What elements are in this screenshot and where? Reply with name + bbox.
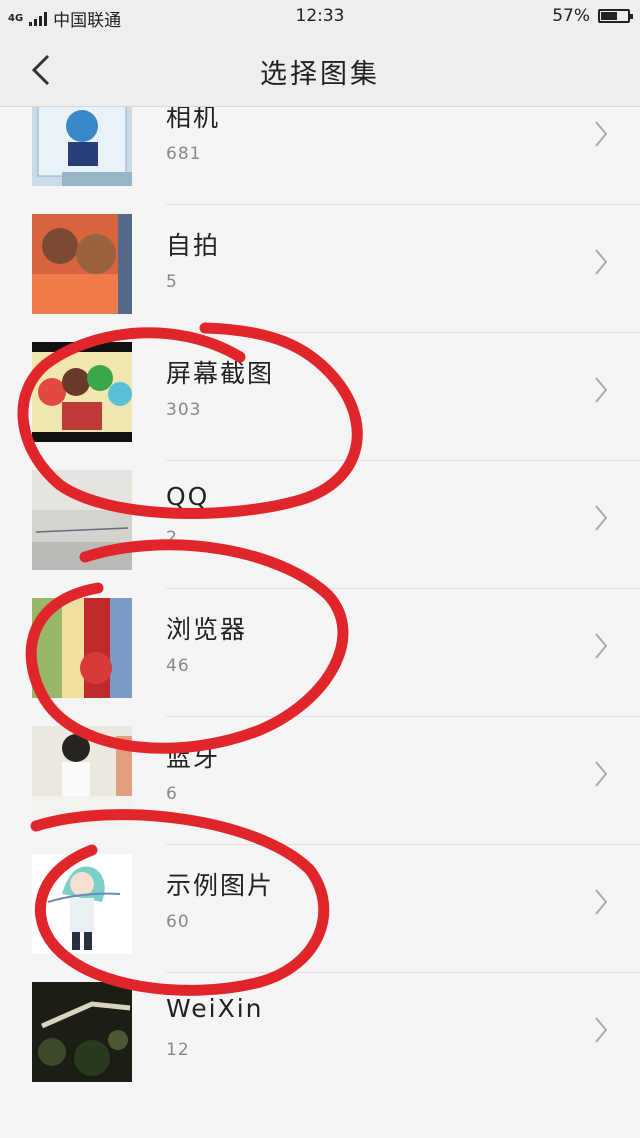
album-thumbnail: [32, 470, 132, 570]
album-count: 6: [166, 784, 178, 804]
album-count: 5: [166, 272, 178, 292]
chevron-right-icon: [595, 1017, 608, 1043]
album-name: QQ: [166, 482, 210, 511]
chevron-right-icon: [595, 249, 608, 275]
album-count: 46: [166, 656, 190, 676]
album-row-bluetooth[interactable]: 蓝牙 6: [0, 696, 640, 845]
album-row-camera[interactable]: 相机 681: [0, 107, 640, 205]
album-row-screenshots[interactable]: 屏幕截图 303: [0, 312, 640, 461]
battery-fill: [601, 12, 617, 20]
chevron-right-icon: [595, 633, 608, 659]
album-thumbnail: [32, 214, 132, 314]
album-row-qq[interactable]: QQ 2: [0, 440, 640, 589]
album-count: 2: [166, 528, 178, 548]
album-row-weixin[interactable]: WeiXin 12: [0, 952, 640, 1082]
album-name: 相机: [166, 107, 221, 132]
album-count: 12: [166, 1040, 190, 1060]
chevron-right-icon: [595, 505, 608, 531]
battery-percent: 57%: [552, 6, 590, 26]
album-count: 681: [166, 144, 202, 164]
album-name: WeiXin: [166, 994, 264, 1023]
album-name: 蓝牙: [166, 743, 221, 772]
album-row-selfie[interactable]: 自拍 5: [0, 184, 640, 333]
album-thumbnail: [32, 107, 132, 186]
album-thumbnail: [32, 598, 132, 698]
page-title: 选择图集: [260, 59, 380, 90]
album-list[interactable]: 相机 681 自拍 5 屏幕截图 303 QQ 2 浏览器 46 蓝牙 6 示例…: [0, 107, 640, 1138]
album-thumbnail: [32, 982, 132, 1082]
chevron-right-icon: [595, 889, 608, 915]
album-count: 303: [166, 400, 202, 420]
album-name: 屏幕截图: [166, 359, 275, 388]
album-thumbnail: [32, 342, 132, 442]
album-name: 示例图片: [166, 871, 275, 900]
album-name: 自拍: [166, 231, 221, 260]
album-row-sample-pictures[interactable]: 示例图片 60: [0, 824, 640, 973]
chevron-right-icon: [595, 761, 608, 787]
album-count: 60: [166, 912, 190, 932]
chevron-right-icon: [595, 121, 608, 147]
battery-icon: [598, 9, 633, 23]
album-thumbnail: [32, 854, 132, 954]
album-row-browser[interactable]: 浏览器 46: [0, 568, 640, 717]
chevron-right-icon: [595, 377, 608, 403]
status-bar: 4G 中国联通 12:33 57%: [0, 0, 640, 34]
album-thumbnail: [32, 726, 132, 826]
clock: 12:33: [295, 6, 345, 26]
album-name: 浏览器: [166, 615, 248, 644]
app-header: 选择图集: [0, 34, 640, 107]
